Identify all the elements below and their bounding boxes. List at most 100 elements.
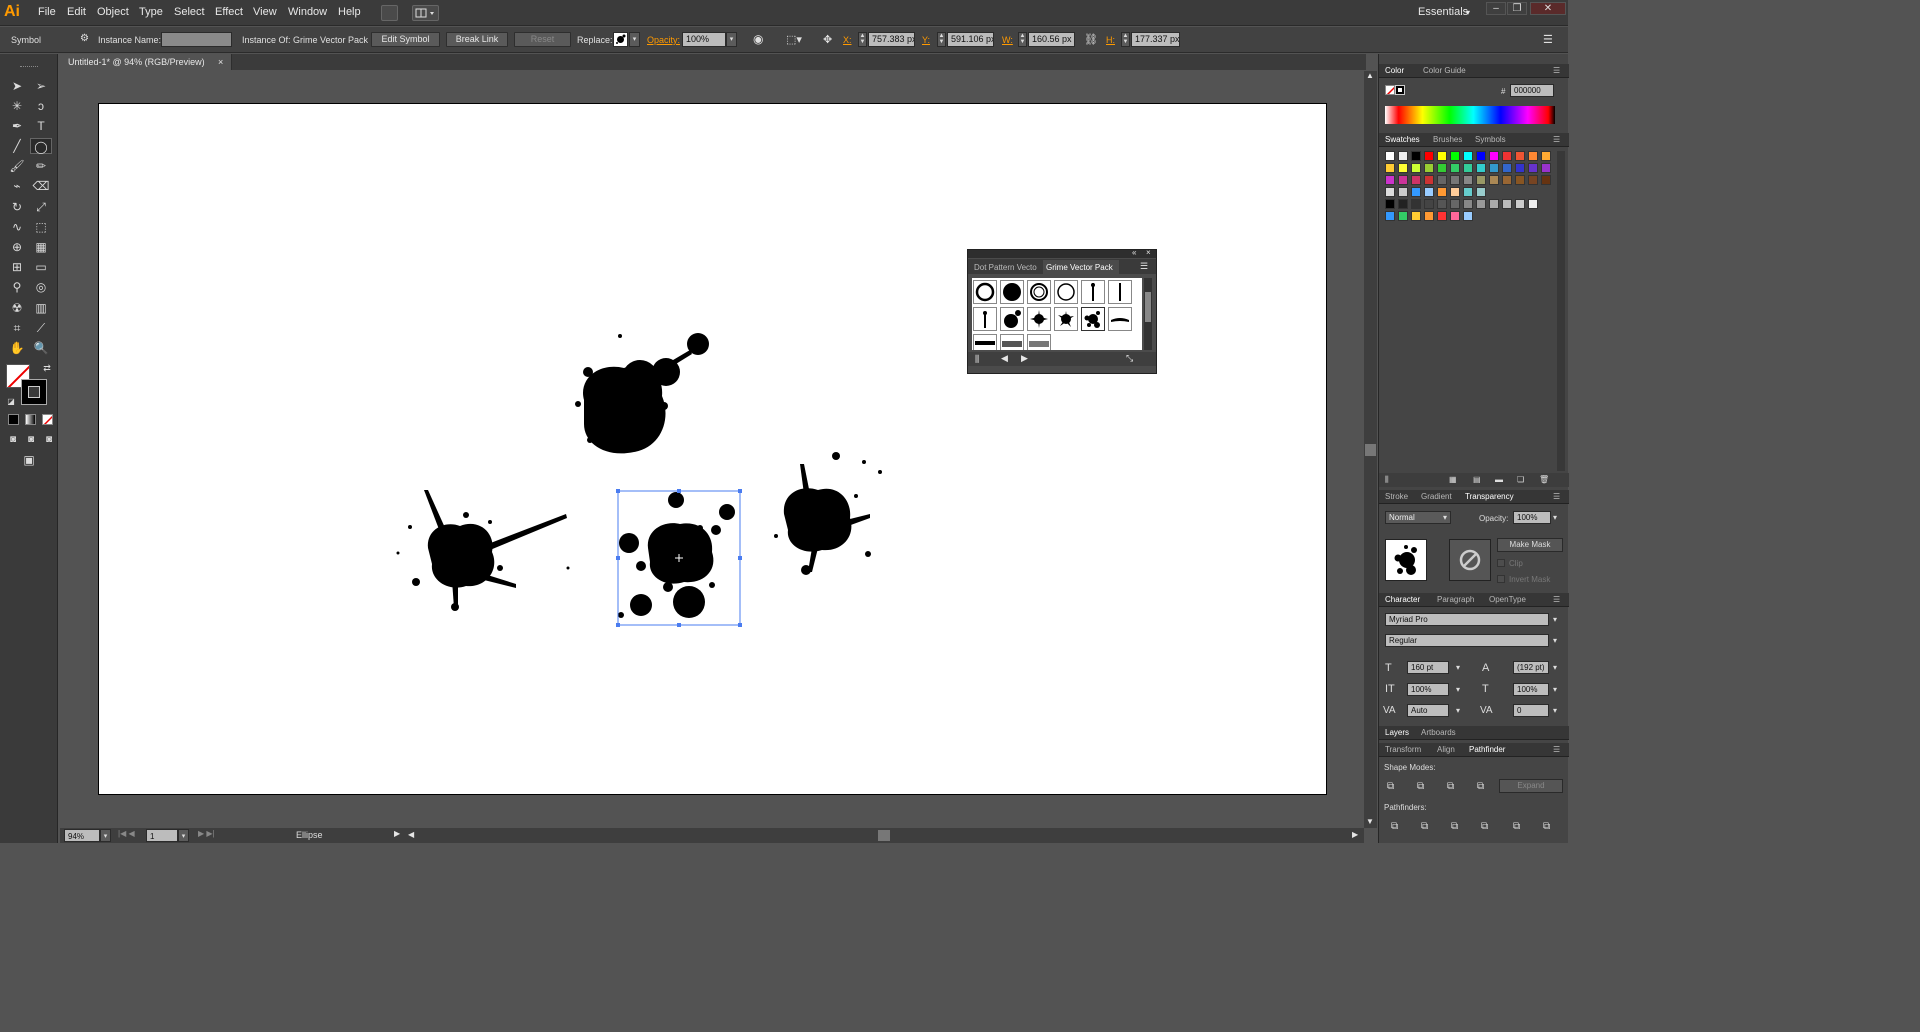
swatch[interactable] [1411,187,1421,197]
delete-swatch-icon[interactable]: 🗑 [1539,475,1549,484]
symbol-thumb[interactable] [973,334,997,350]
swatch[interactable] [1463,151,1473,161]
swatch[interactable] [1489,175,1499,185]
new-swatch-icon[interactable]: ❏ [1517,475,1524,484]
workspace-switcher[interactable]: Essentials [1418,6,1468,18]
swatch[interactable] [1437,163,1447,173]
collapse-panel-icon[interactable]: « [1132,248,1136,257]
swatch[interactable] [1489,199,1499,209]
leading-chevron-icon[interactable]: ▾ [1553,663,1557,672]
swatch-library-menu-icon[interactable]: ⫼ [1385,475,1389,485]
swatch[interactable] [1450,175,1460,185]
horizontal-scrollbar[interactable]: ◀ ▶ [404,828,1364,843]
minus-back-icon[interactable]: ⧉ [1543,821,1550,832]
swatch[interactable] [1385,187,1395,197]
next-library-icon[interactable]: ▶ [1021,353,1028,364]
swatch[interactable] [1437,187,1447,197]
tab-paragraph[interactable]: Paragraph [1437,595,1474,604]
kerning-chevron-icon[interactable]: ▾ [1456,706,1460,715]
workspace-chevron-icon[interactable]: ▾ [1466,8,1470,17]
swatch[interactable] [1463,199,1473,209]
symbol-thumb[interactable] [1027,334,1051,350]
swatch[interactable] [1502,199,1512,209]
horizontal-scale-chevron-icon[interactable]: ▾ [1553,685,1557,694]
expand-panel-icon[interactable]: ⤡ [1126,353,1133,364]
swatch[interactable] [1411,175,1421,185]
scroll-down-icon[interactable]: ▼ [1366,817,1374,826]
swatch[interactable] [1476,163,1486,173]
color-fill-proxy[interactable] [1385,85,1395,95]
new-color-group-icon[interactable]: ▬ [1495,475,1503,484]
swatch[interactable] [1398,199,1408,209]
swatch[interactable] [1398,163,1408,173]
color-spectrum-ramp[interactable] [1385,106,1555,124]
swatch[interactable] [1424,199,1434,209]
swatch-options-icon[interactable]: ▤ [1473,475,1481,484]
swatch[interactable] [1398,151,1408,161]
swatch[interactable] [1541,163,1551,173]
exclude-icon[interactable]: ⧉ [1477,781,1484,792]
swatch[interactable] [1541,151,1551,161]
scroll-right-icon[interactable]: ▶ [1352,830,1358,839]
symbol-thumb[interactable] [1027,307,1051,331]
swatch[interactable] [1502,163,1512,173]
symbol-thumb[interactable] [1108,280,1132,304]
swatch[interactable] [1398,187,1408,197]
outline-icon[interactable]: ⧉ [1513,821,1520,832]
scroll-left-icon[interactable]: ◀ [408,830,414,839]
blend-mode-chevron-icon[interactable]: ▾ [1443,513,1447,522]
swatches-panel-menu-icon[interactable]: ☰ [1553,135,1560,144]
intersect-icon[interactable]: ⧉ [1447,781,1454,792]
divide-icon[interactable]: ⧉ [1391,821,1398,832]
swatch[interactable] [1424,175,1434,185]
swatch[interactable] [1450,199,1460,209]
font-size-input[interactable]: 160 pt [1407,661,1449,674]
tab-pathfinder[interactable]: Pathfinder [1469,745,1505,754]
make-mask-button[interactable]: Make Mask [1497,538,1563,552]
tracking-input[interactable]: 0 [1513,704,1549,717]
tab-transform[interactable]: Transform [1385,745,1421,754]
ink-splatter-left[interactable] [396,490,570,611]
blend-mode-select[interactable]: Normal [1385,511,1451,524]
swatch[interactable] [1437,211,1447,221]
symbol-thumb[interactable] [973,307,997,331]
swatch[interactable] [1476,151,1486,161]
swatch[interactable] [1476,175,1486,185]
tab-transparency[interactable]: Transparency [1465,492,1514,501]
swatch[interactable] [1437,199,1447,209]
swatch[interactable] [1515,163,1525,173]
last-artboard-icon[interactable]: ▶ ▶| [198,829,215,838]
transparency-opacity-chevron-icon[interactable]: ▾ [1553,513,1557,522]
swatch[interactable] [1424,151,1434,161]
swatch[interactable] [1398,211,1408,221]
symbol-thumb[interactable] [1000,280,1024,304]
minus-front-icon[interactable]: ⧉ [1417,781,1424,792]
close-button[interactable]: ✕ [1530,2,1566,15]
swatch[interactable] [1424,211,1434,221]
artboard-dropdown-arrow[interactable]: ▾ [178,829,189,842]
tab-swatches[interactable]: Swatches [1385,135,1420,144]
font-size-chevron-icon[interactable]: ▾ [1456,663,1460,672]
minimize-button[interactable]: – [1486,2,1506,15]
swatches-scrollbar[interactable] [1557,151,1565,471]
vertical-scale-input[interactable]: 100% [1407,683,1449,696]
crop-icon[interactable]: ⧉ [1481,821,1488,832]
symbol-thumb[interactable] [1081,280,1105,304]
symbol-thumb[interactable] [1054,307,1078,331]
swatch[interactable] [1463,163,1473,173]
symbol-thumb-selected[interactable] [1081,307,1105,331]
swatch[interactable] [1411,151,1421,161]
swatch[interactable] [1489,151,1499,161]
zoom-dropdown-arrow[interactable]: ▾ [100,829,111,842]
symbol-thumb[interactable] [1000,334,1024,350]
tab-artboards[interactable]: Artboards [1421,728,1456,737]
tab-dot-pattern[interactable]: Dot Pattern Vecto [974,263,1037,272]
swatch[interactable] [1528,151,1538,161]
first-artboard-icon[interactable]: |◀ ◀ [118,829,135,838]
symbol-library-menu-icon[interactable]: ⫼ [975,354,979,365]
symbol-thumb[interactable] [973,280,997,304]
tab-color-guide[interactable]: Color Guide [1423,66,1466,75]
symbol-thumb[interactable] [1027,280,1051,304]
swatch[interactable] [1411,163,1421,173]
tab-stroke[interactable]: Stroke [1385,492,1408,501]
